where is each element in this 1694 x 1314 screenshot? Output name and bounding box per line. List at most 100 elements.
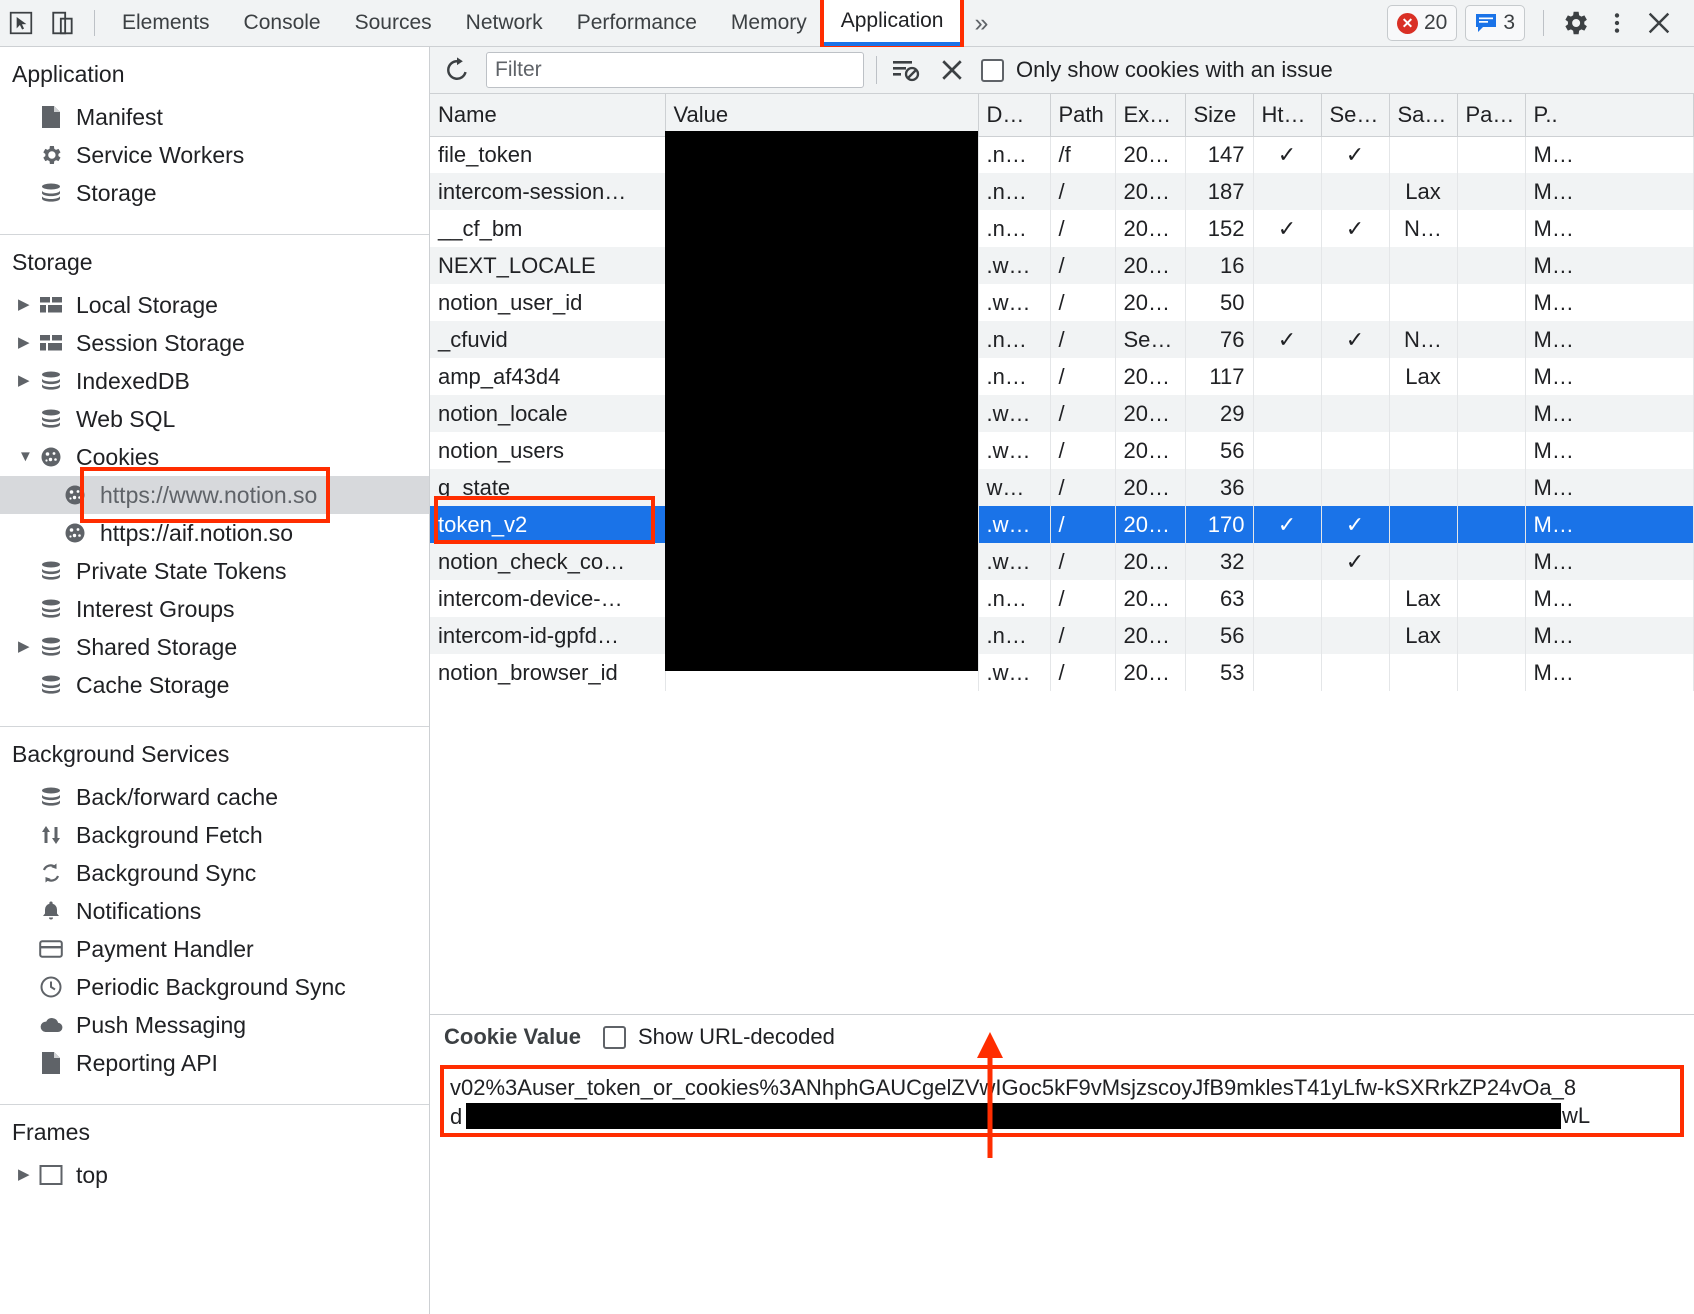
sidebar-item-service-workers[interactable]: Service Workers <box>0 136 429 174</box>
show-url-decoded-row[interactable]: Show URL-decoded <box>603 1024 835 1050</box>
col-header-httponly[interactable]: Ht… <box>1253 94 1321 136</box>
table-row[interactable]: notion_locale.w…/20…29M… <box>430 395 1693 432</box>
col-header-priority[interactable]: P.. <box>1525 94 1693 136</box>
sidebar-item-background-fetch[interactable]: Background Fetch <box>0 816 429 854</box>
show-url-decoded-label: Show URL-decoded <box>638 1024 835 1050</box>
table-row[interactable]: _cfuvid.n…/Se…76✓✓N…M… <box>430 321 1693 358</box>
sidebar-item-private-state-tokens[interactable]: Private State Tokens <box>0 552 429 590</box>
sidebar-item-top-frame[interactable]: ▶ top <box>0 1156 429 1194</box>
tab-application[interactable]: Application <box>824 0 961 46</box>
tab-performance[interactable]: Performance <box>560 0 714 46</box>
table-row[interactable]: amp_af43d4.n…/20…117LaxM… <box>430 358 1693 395</box>
table-row[interactable]: g_statew…/20…36M… <box>430 469 1693 506</box>
section-title: Application <box>0 47 429 98</box>
manifest-file-icon <box>38 1050 64 1076</box>
sidebar-item-shared-storage[interactable]: ▶ Shared Storage <box>0 628 429 666</box>
col-header-domain[interactable]: D… <box>978 94 1050 136</box>
cell-samesite: N… <box>1389 321 1457 358</box>
table-row[interactable]: token_v2.w…/20…170✓✓M… <box>430 506 1693 543</box>
cookie-value-textbox[interactable]: v02%3Auser_token_or_cookies%3ANhphGAUCge… <box>440 1065 1684 1137</box>
cell-httponly <box>1253 173 1321 210</box>
table-row[interactable]: intercom-device-….n…/20…63LaxM… <box>430 580 1693 617</box>
cell-expires: 20… <box>1115 284 1185 321</box>
sidebar-item-local-storage[interactable]: ▶ Local Storage <box>0 286 429 324</box>
database-icon <box>38 180 64 206</box>
table-grid-icon <box>38 292 64 318</box>
close-icon[interactable] <box>1638 2 1680 44</box>
cell-size: 152 <box>1185 210 1253 247</box>
message-count-badge[interactable]: 3 <box>1465 5 1525 41</box>
col-header-partitionkey[interactable]: Pa… <box>1457 94 1525 136</box>
cell-samesite: Lax <box>1389 617 1457 654</box>
sidebar-item-push-messaging[interactable]: Push Messaging <box>0 1006 429 1044</box>
table-row[interactable]: intercom-session….n…/20…187LaxM… <box>430 173 1693 210</box>
sidebar-item-indexeddb[interactable]: ▶ IndexedDB <box>0 362 429 400</box>
sidebar-item-back-forward-cache[interactable]: Back/forward cache <box>0 778 429 816</box>
tab-elements[interactable]: Elements <box>105 0 227 46</box>
tab-network[interactable]: Network <box>449 0 560 46</box>
sidebar-item-cache-storage[interactable]: Cache Storage <box>0 666 429 704</box>
tab-overflow-chevron-icon[interactable]: » <box>960 9 1002 38</box>
cell-priority: M… <box>1525 210 1693 247</box>
clear-filtered-icon[interactable] <box>889 53 923 87</box>
gear-icon[interactable] <box>1554 2 1596 44</box>
table-row[interactable]: notion_browser_id.w…/20…53M… <box>430 654 1693 691</box>
filter-input[interactable] <box>486 52 864 88</box>
cell-samesite: Lax <box>1389 173 1457 210</box>
table-row[interactable]: file_token.n…/f20…147✓✓M… <box>430 136 1693 173</box>
sidebar-item-background-sync[interactable]: Background Sync <box>0 854 429 892</box>
sidebar-item-reporting-api[interactable]: Reporting API <box>0 1044 429 1082</box>
chevron-right-icon[interactable]: ▶ <box>18 298 32 312</box>
tab-memory[interactable]: Memory <box>714 0 824 46</box>
col-header-samesite[interactable]: Sa… <box>1389 94 1457 136</box>
application-sidebar[interactable]: Application Manifest Service Workers Sto… <box>0 47 430 1314</box>
table-row[interactable]: intercom-id-gpfd….n…/20…56LaxM… <box>430 617 1693 654</box>
chevron-down-icon[interactable]: ▼ <box>18 450 32 464</box>
sidebar-item-periodic-background-sync[interactable]: Periodic Background Sync <box>0 968 429 1006</box>
only-issues-checkbox[interactable] <box>981 59 1004 82</box>
device-toolbar-icon[interactable] <box>42 2 84 44</box>
sidebar-item-storage[interactable]: Storage <box>0 174 429 212</box>
tab-sources[interactable]: Sources <box>338 0 449 46</box>
col-header-size[interactable]: Size <box>1185 94 1253 136</box>
cell-secure <box>1321 617 1389 654</box>
credit-card-icon <box>38 936 64 962</box>
col-header-secure[interactable]: Se… <box>1321 94 1389 136</box>
table-row[interactable]: notion_check_co….w…/20…32✓M… <box>430 543 1693 580</box>
col-header-expires[interactable]: Ex… <box>1115 94 1185 136</box>
clear-all-x-icon[interactable] <box>935 53 969 87</box>
show-url-decoded-checkbox[interactable] <box>603 1026 626 1049</box>
sidebar-item-cookies-aif-notion-so[interactable]: https://aif.notion.so <box>0 514 429 552</box>
col-header-name[interactable]: Name <box>430 94 665 136</box>
cookies-table-container[interactable]: Name Value D… Path Ex… Size Ht… Se… Sa… … <box>430 94 1694 1014</box>
col-header-value[interactable]: Value <box>665 94 978 136</box>
chevron-right-icon[interactable]: ▶ <box>18 374 32 388</box>
bell-icon <box>38 898 64 924</box>
table-row[interactable]: notion_user_id.w…/20…50M… <box>430 284 1693 321</box>
cell-partitionkey <box>1457 469 1525 506</box>
tab-label: Sources <box>355 11 432 35</box>
col-header-path[interactable]: Path <box>1050 94 1115 136</box>
sidebar-item-web-sql[interactable]: Web SQL <box>0 400 429 438</box>
chevron-right-icon[interactable]: ▶ <box>18 640 32 654</box>
chevron-right-icon[interactable]: ▶ <box>18 336 32 350</box>
sidebar-item-cookies-www-notion-so[interactable]: https://www.notion.so <box>0 476 429 514</box>
only-issues-checkbox-row[interactable]: Only show cookies with an issue <box>981 57 1333 83</box>
kebab-menu-icon[interactable] <box>1596 2 1638 44</box>
sidebar-item-interest-groups[interactable]: Interest Groups <box>0 590 429 628</box>
table-row[interactable]: __cf_bm.n…/20…152✓✓N…M… <box>430 210 1693 247</box>
sidebar-item-payment-handler[interactable]: Payment Handler <box>0 930 429 968</box>
cell-priority: M… <box>1525 395 1693 432</box>
tab-console[interactable]: Console <box>227 0 338 46</box>
sidebar-item-manifest[interactable]: Manifest <box>0 98 429 136</box>
inspect-cursor-icon[interactable] <box>0 2 42 44</box>
error-count-badge[interactable]: ✕ 20 <box>1387 5 1457 41</box>
refresh-icon[interactable] <box>440 53 474 87</box>
sidebar-item-label: Shared Storage <box>76 636 237 659</box>
chevron-right-icon[interactable]: ▶ <box>18 1168 32 1182</box>
cell-samesite: Lax <box>1389 580 1457 617</box>
sidebar-item-notifications[interactable]: Notifications <box>0 892 429 930</box>
table-row[interactable]: NEXT_LOCALE.w…/20…16M… <box>430 247 1693 284</box>
sidebar-item-session-storage[interactable]: ▶ Session Storage <box>0 324 429 362</box>
table-row[interactable]: notion_users.w…/20…56M… <box>430 432 1693 469</box>
